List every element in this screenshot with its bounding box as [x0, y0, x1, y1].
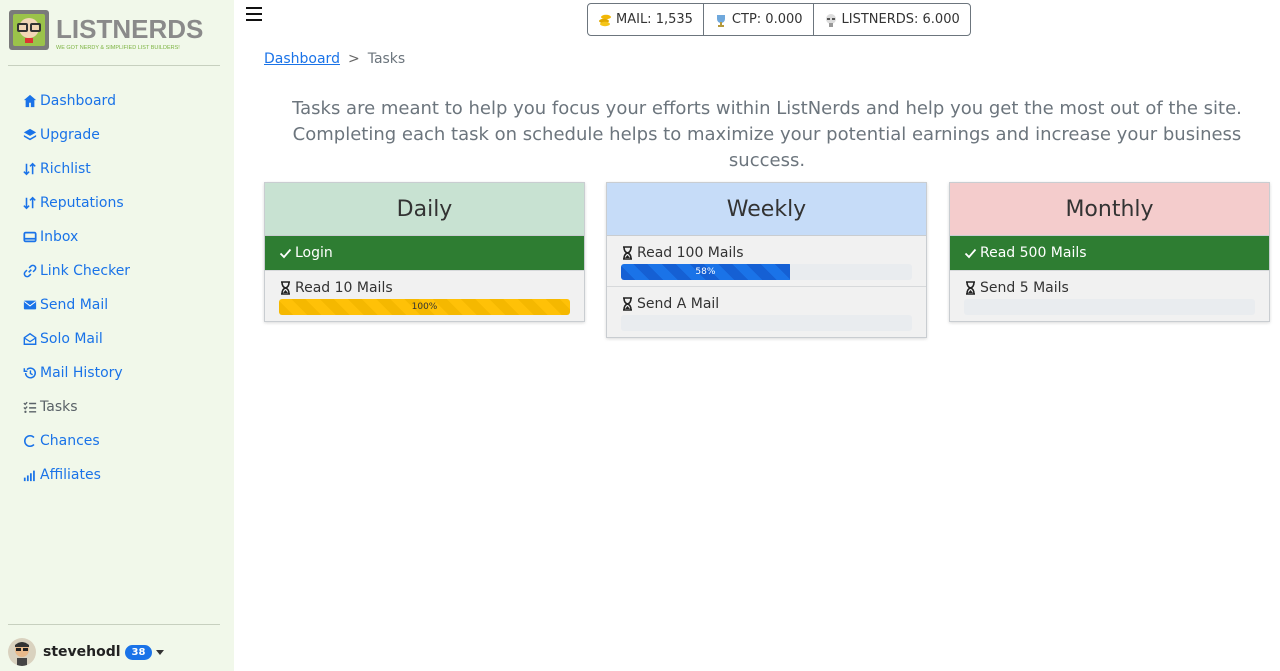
check-icon: [279, 246, 292, 260]
sidebar-item-label: Mail History: [40, 365, 123, 381]
link-icon: [22, 263, 38, 279]
sidebar-divider: [8, 65, 220, 66]
breadcrumb-dashboard-link[interactable]: Dashboard: [264, 51, 340, 67]
nerd-icon: [824, 13, 838, 27]
progress-bar: 58%: [621, 264, 912, 280]
sidebar-item-label: Dashboard: [40, 93, 116, 109]
sidebar-item-label: Link Checker: [40, 263, 131, 279]
sidebar-divider: [8, 624, 220, 625]
sidebar-item-upgrade[interactable]: Upgrade: [22, 118, 130, 152]
hourglass-icon: [279, 281, 292, 295]
task-row: Read 10 Mails 100%: [265, 271, 584, 321]
sidebar-item-chances[interactable]: Chances: [22, 424, 130, 458]
trophy-icon: [714, 13, 728, 27]
envelope-open-icon: [22, 331, 38, 347]
hourglass-icon: [964, 281, 977, 295]
task-label: Read 500 Mails: [980, 245, 1087, 261]
sidebar-item-label: Solo Mail: [40, 331, 103, 347]
layers-icon: [22, 127, 38, 143]
card-header: Weekly: [607, 183, 926, 236]
sidebar: LISTNERDS WE GOT NERDY & SIMPLIFIED LIST…: [0, 0, 234, 671]
sidebar-item-richlist[interactable]: Richlist: [22, 152, 130, 186]
tasks-intro-text: Tasks are meant to help you focus your e…: [292, 98, 1242, 171]
sidebar-item-send-mail[interactable]: Send Mail: [22, 288, 130, 322]
listnerds-balance-label: LISTNERDS: 6.000: [841, 12, 960, 27]
signal-icon: [22, 467, 38, 483]
inbox-icon: [22, 229, 38, 245]
sidebar-item-inbox[interactable]: Inbox: [22, 220, 130, 254]
balance-bar: MAIL: 1,535 CTP: 0.000 LISTNERDS: 6.000: [587, 3, 971, 36]
svg-text:LISTNERDS: LISTNERDS: [56, 14, 203, 44]
progress-bar: [621, 315, 912, 331]
check-icon: [964, 246, 977, 260]
history-icon: [22, 365, 38, 381]
card-title: Weekly: [726, 196, 807, 222]
task-label: Read 10 Mails: [295, 280, 393, 296]
username: stevehodl: [43, 644, 121, 660]
progress-fill: 58%: [621, 264, 790, 280]
task-row: Read 100 Mails 58%: [607, 236, 926, 287]
user-menu[interactable]: stevehodl 38: [8, 638, 165, 666]
task-row: Read 500 Mails: [950, 236, 1269, 271]
envelope-icon: [22, 297, 38, 313]
task-label: Send A Mail: [637, 296, 720, 312]
weekly-tasks-card: Weekly Read 100 Mails 58% Send A Mail: [606, 182, 927, 338]
card-header: Monthly: [950, 183, 1269, 236]
sidebar-item-label: Inbox: [40, 229, 79, 245]
caret-down-icon: [156, 649, 165, 655]
mail-balance-label: MAIL: 1,535: [616, 12, 693, 27]
sort-icon: [22, 195, 38, 211]
breadcrumb-current: Tasks: [367, 51, 406, 67]
task-row: Send A Mail: [607, 287, 926, 337]
card-header: Daily: [265, 183, 584, 236]
sidebar-item-label: Affiliates: [40, 467, 101, 483]
sidebar-item-dashboard[interactable]: Dashboard: [22, 84, 130, 118]
sidebar-item-link-checker[interactable]: Link Checker: [22, 254, 130, 288]
menu-toggle-icon[interactable]: [246, 7, 262, 21]
sidebar-nav: Dashboard Upgrade Richlist Reputations I…: [22, 84, 130, 492]
sidebar-item-label: Richlist: [40, 161, 91, 177]
task-row: Send 5 Mails: [950, 271, 1269, 321]
listnerds-balance[interactable]: LISTNERDS: 6.000: [814, 4, 970, 35]
monthly-tasks-card: Monthly Read 500 Mails Send 5 Mails: [949, 182, 1270, 322]
coins-icon: [598, 13, 612, 27]
level-badge: 38: [124, 644, 153, 660]
ctp-balance[interactable]: CTP: 0.000: [704, 4, 814, 35]
task-row: Login: [265, 236, 584, 271]
sidebar-item-label: Tasks: [40, 399, 78, 415]
sidebar-item-label: Upgrade: [40, 127, 100, 143]
svg-text:WE GOT NERDY & SIMPLIFIED LIST: WE GOT NERDY & SIMPLIFIED LIST BUILDERS!: [56, 45, 180, 51]
breadcrumb: Dashboard > Tasks: [264, 51, 405, 67]
refresh-icon: [22, 433, 38, 449]
progress-label: 58%: [695, 267, 716, 277]
sidebar-item-tasks[interactable]: Tasks: [22, 390, 130, 424]
task-label: Send 5 Mails: [980, 280, 1069, 296]
progress-label: 100%: [411, 302, 438, 312]
breadcrumb-separator: >: [347, 51, 360, 67]
sidebar-item-solo-mail[interactable]: Solo Mail: [22, 322, 130, 356]
home-icon: [22, 93, 38, 109]
mail-balance[interactable]: MAIL: 1,535: [588, 4, 704, 35]
listnerds-logo[interactable]: LISTNERDS WE GOT NERDY & SIMPLIFIED LIST…: [8, 8, 222, 54]
sidebar-item-affiliates[interactable]: Affiliates: [22, 458, 130, 492]
sidebar-item-reputations[interactable]: Reputations: [22, 186, 130, 220]
hourglass-icon: [621, 297, 634, 311]
sidebar-item-label: Reputations: [40, 195, 124, 211]
card-title: Monthly: [1065, 196, 1154, 222]
progress-bar: [964, 299, 1255, 315]
sidebar-item-label: Send Mail: [40, 297, 109, 313]
progress-bar: 100%: [279, 299, 570, 315]
avatar: [8, 638, 36, 666]
daily-tasks-card: Daily Login Read 10 Mails 100%: [264, 182, 585, 322]
task-label: Login: [295, 245, 333, 261]
progress-fill: 100%: [279, 299, 570, 315]
ctp-balance-label: CTP: 0.000: [731, 12, 803, 27]
card-title: Daily: [396, 196, 453, 222]
sort-icon: [22, 161, 38, 177]
hourglass-icon: [621, 246, 634, 260]
sidebar-item-mail-history[interactable]: Mail History: [22, 356, 130, 390]
sidebar-item-label: Chances: [40, 433, 100, 449]
list-check-icon: [22, 399, 38, 415]
task-label: Read 100 Mails: [637, 245, 744, 261]
